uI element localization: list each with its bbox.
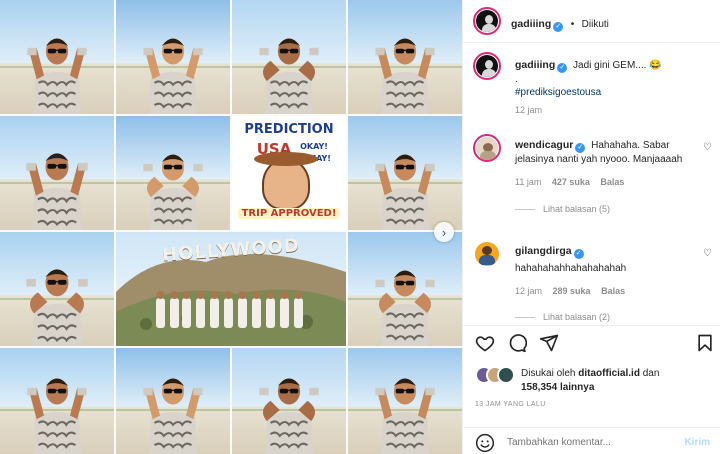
comment-like-heart-icon[interactable]: ♡ bbox=[703, 248, 712, 259]
outfit-photo bbox=[348, 0, 462, 114]
carousel-next-button[interactable]: › bbox=[434, 222, 454, 242]
verified-icon: ✓ bbox=[575, 143, 586, 153]
likes-count[interactable]: 158,354 bbox=[521, 382, 557, 393]
actions-divider bbox=[463, 325, 720, 326]
add-comment-input[interactable] bbox=[507, 437, 667, 448]
liked-by-user[interactable]: ditaofficial.id bbox=[578, 368, 640, 379]
laugh-emoji: 😂 bbox=[649, 60, 662, 71]
poster-okay-1: OKAY! bbox=[300, 142, 328, 151]
outfit-photo bbox=[0, 116, 114, 230]
comment-time[interactable]: 11 jam bbox=[515, 177, 541, 187]
share-icon[interactable] bbox=[539, 333, 559, 353]
outfit-photo bbox=[348, 348, 462, 454]
comment-avatar[interactable] bbox=[475, 242, 499, 266]
outfit-photo bbox=[348, 116, 462, 230]
view-replies-button[interactable]: Lihat balasan (2) bbox=[515, 312, 701, 322]
outfit-photo bbox=[0, 348, 114, 454]
likes-suffix[interactable]: lainnya bbox=[560, 382, 594, 393]
likes-summary: Disukai oleh ditaofficial.id dan 158,354… bbox=[521, 367, 711, 395]
outfit-photo bbox=[232, 0, 346, 114]
view-replies-label: Lihat balasan (5) bbox=[543, 204, 611, 214]
chevron-right-icon: › bbox=[441, 224, 447, 240]
emoji-icon[interactable] bbox=[475, 433, 495, 453]
caption-time[interactable]: 12 jam bbox=[515, 105, 711, 115]
separator-dot: • bbox=[570, 19, 575, 30]
comment-likes[interactable]: 427 suka bbox=[552, 177, 590, 187]
verified-icon: ✓ bbox=[553, 22, 564, 32]
post-media-grid[interactable]: PREDICTION USA OKAY! OKAY! TRIP APPROVED… bbox=[0, 0, 462, 454]
caption-line2: . bbox=[515, 74, 518, 85]
outfit-photo bbox=[116, 116, 230, 230]
post-side-panel: gadiiing ✓ • Diikuti gadiiing ✓ Jadi gini … bbox=[462, 0, 720, 454]
verified-icon: ✓ bbox=[557, 63, 568, 73]
author-avatar[interactable] bbox=[473, 7, 501, 35]
header-divider bbox=[463, 42, 720, 43]
replies-line bbox=[515, 209, 535, 211]
likes-prefix: Disukai oleh bbox=[521, 368, 576, 379]
post-header: gadiiing ✓ • Diikuti bbox=[463, 0, 720, 42]
caption-username[interactable]: gadiiing bbox=[515, 59, 555, 71]
comment-reply-button[interactable]: Balas bbox=[600, 177, 624, 187]
post-timestamp[interactable]: 13 JAM YANG LALU bbox=[475, 401, 546, 408]
comment-item: gilangdirga ✓ hahahahahhahahahahah 12 jam… bbox=[515, 244, 701, 322]
outfit-photo bbox=[348, 232, 462, 346]
outfit-photo bbox=[232, 348, 346, 454]
hollywood-sign-photo: HOLLYWOOD bbox=[116, 232, 346, 346]
outfit-photo bbox=[0, 232, 114, 346]
outfit-photo bbox=[116, 348, 230, 454]
comment-box-divider bbox=[463, 427, 720, 428]
view-replies-button[interactable]: Lihat balasan (5) bbox=[515, 204, 701, 214]
poster-approved: TRIP APPROVED! bbox=[238, 208, 340, 219]
bookmark-icon[interactable] bbox=[695, 333, 715, 353]
liked-by-avatars[interactable] bbox=[475, 366, 515, 384]
outfit-photo bbox=[116, 0, 230, 114]
author-username[interactable]: gadiiing bbox=[511, 18, 551, 30]
comment-like-heart-icon[interactable]: ♡ bbox=[703, 142, 712, 153]
comment-avatar[interactable] bbox=[473, 134, 501, 162]
verified-icon: ✓ bbox=[573, 249, 584, 259]
poster-title: PREDICTION bbox=[244, 122, 334, 137]
comment-reply-button[interactable]: Balas bbox=[601, 286, 625, 296]
comment-username[interactable]: wendicagur bbox=[515, 139, 573, 151]
likes-conj: dan bbox=[642, 368, 660, 379]
post-comment-button[interactable]: Kirim bbox=[684, 437, 710, 448]
comment-text: hahahahahhahahahahah bbox=[515, 263, 627, 274]
outfit-photo bbox=[0, 0, 114, 114]
caption: gadiiing ✓ Jadi gini GEM.... 😂 . #prediks… bbox=[515, 58, 711, 115]
comment-time[interactable]: 12 jam bbox=[515, 286, 542, 296]
comment-username[interactable]: gilangdirga bbox=[515, 245, 572, 257]
view-replies-label: Lihat balasan (2) bbox=[543, 312, 611, 322]
comment-likes[interactable]: 289 suka bbox=[553, 286, 591, 296]
follow-status-button[interactable]: Diikuti bbox=[582, 19, 609, 30]
replies-line bbox=[515, 317, 535, 319]
heart-icon[interactable] bbox=[475, 333, 495, 353]
caption-avatar[interactable] bbox=[473, 52, 501, 80]
comment-item: wendicagur ✓ Hahahaha. Sabar jelasinya na… bbox=[515, 138, 701, 214]
caption-text: Jadi gini GEM.... bbox=[573, 60, 647, 71]
comment-icon[interactable] bbox=[507, 333, 527, 353]
prediction-poster-photo: PREDICTION USA OKAY! OKAY! TRIP APPROVED… bbox=[232, 116, 346, 230]
caption-hashtag[interactable]: #prediksigoestousa bbox=[515, 87, 711, 98]
